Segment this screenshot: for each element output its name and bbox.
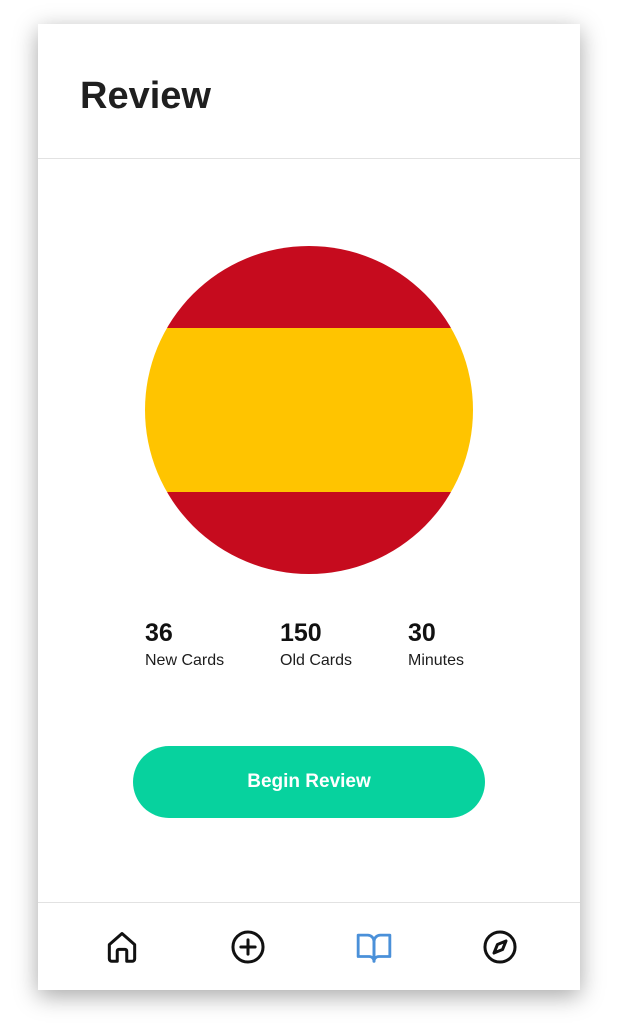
flag-stripe-bottom — [145, 492, 473, 574]
tab-review[interactable] — [354, 927, 394, 967]
plus-circle-icon — [231, 930, 265, 964]
header: Review — [38, 24, 580, 159]
stat-old-cards: 150 Old Cards — [280, 618, 352, 672]
stat-new-cards-value: 36 — [145, 619, 173, 647]
stat-new-cards-label: New Cards — [145, 652, 225, 669]
stat-minutes: 30 Minutes — [408, 618, 464, 672]
page-title: Review — [80, 75, 211, 117]
stat-minutes-value: 30 — [408, 619, 436, 647]
compass-icon — [483, 930, 517, 964]
tab-add[interactable] — [228, 927, 268, 967]
stat-new-cards: 36 New Cards — [145, 618, 224, 672]
tab-explore[interactable] — [480, 927, 520, 967]
stat-minutes-label: Minutes — [408, 652, 465, 669]
flag-stripe-middle — [145, 328, 473, 492]
stat-old-cards-label: Old Cards — [280, 652, 353, 669]
begin-review-button[interactable]: Begin Review — [133, 746, 485, 818]
spain-flag-image — [145, 246, 473, 574]
bottom-tab-bar — [38, 902, 580, 990]
stat-old-cards-value: 150 — [280, 619, 322, 647]
flag-stripe-top — [145, 246, 473, 328]
open-book-icon — [356, 933, 392, 963]
home-icon — [107, 932, 137, 963]
tab-home[interactable] — [102, 927, 142, 967]
app-screen: Review 36 New Cards 150 Old Cards 30 Min… — [38, 24, 580, 990]
